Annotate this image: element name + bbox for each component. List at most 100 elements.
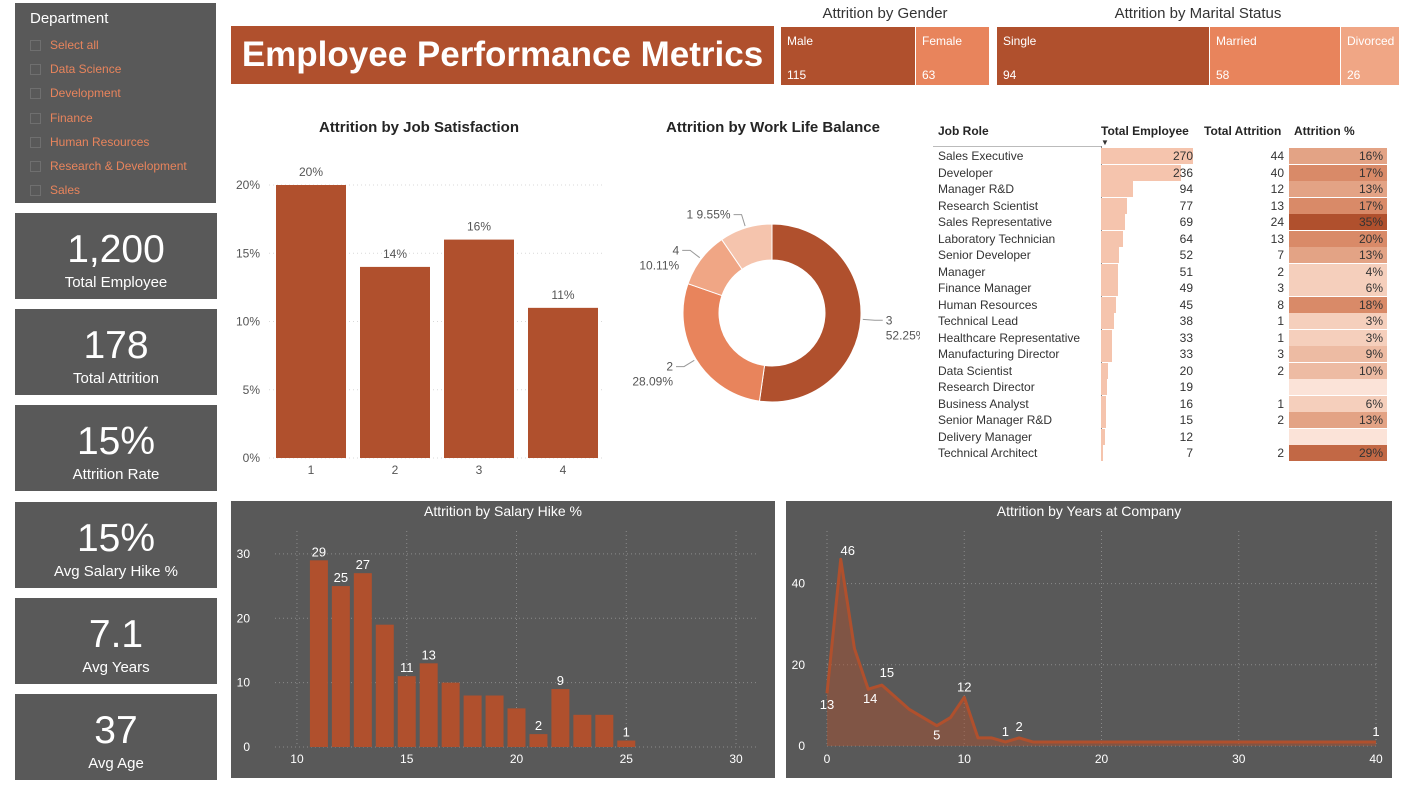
- attrition-pct-value: 4%: [1365, 264, 1383, 279]
- x-tick-label: 0: [824, 752, 831, 766]
- marital-tile-divorced[interactable]: Divorced 26: [1341, 27, 1399, 85]
- total-employee-cell: 52: [1179, 248, 1193, 262]
- data-label: 1: [1002, 724, 1009, 739]
- donut-slice: [682, 283, 766, 402]
- tile-value: 63: [922, 68, 936, 82]
- slicer-item-label: Select all: [50, 38, 99, 52]
- data-label: 46: [840, 543, 854, 558]
- slicer-item-development[interactable]: Development: [30, 84, 121, 102]
- slicer-item-human-resources[interactable]: Human Resources: [30, 133, 149, 151]
- y-tick-label: 20: [237, 611, 251, 625]
- table-row[interactable]: Research Scientist 77 13 17%: [933, 197, 1390, 215]
- gender-tile-male[interactable]: Male 115: [781, 27, 915, 85]
- marital-tile-single[interactable]: Single 94: [997, 27, 1209, 85]
- tile-label: Female: [922, 34, 963, 48]
- checkbox[interactable]: [30, 63, 41, 75]
- slice-label: 1 9.55%: [687, 208, 731, 222]
- y-tick-label: 20%: [236, 178, 260, 192]
- checkbox[interactable]: [30, 87, 41, 99]
- total-attrition-cell: 12: [1270, 182, 1284, 196]
- job-role-cell: Business Analyst: [938, 396, 1029, 411]
- total-attrition-cell: 2: [1277, 264, 1284, 279]
- table-row[interactable]: Data Scientist 20 2 10%: [933, 362, 1390, 380]
- table-row[interactable]: Research Director 19: [933, 379, 1390, 396]
- slicer-item-finance[interactable]: Finance: [30, 109, 93, 127]
- table-row[interactable]: Human Resources 45 8 18%: [933, 296, 1390, 314]
- slicer-item-data-science[interactable]: Data Science: [30, 60, 121, 78]
- checkbox[interactable]: [30, 112, 41, 124]
- table-row[interactable]: Sales Executive 270 44 16%: [933, 148, 1390, 165]
- kpi-card-total-employee: 1,200 Total Employee: [15, 213, 217, 299]
- slicer-item-sales[interactable]: Sales: [30, 181, 80, 199]
- department-slicer: Department Select all Data Science Devel…: [15, 3, 216, 203]
- checkbox[interactable]: [30, 160, 41, 172]
- x-tick-label: 15: [400, 752, 414, 766]
- total-attrition-cell: 8: [1277, 297, 1284, 312]
- table-row[interactable]: Senior Manager R&D 15 2 13%: [933, 412, 1390, 429]
- column-header-attrition-pct[interactable]: Attrition %: [1294, 124, 1355, 138]
- table-row[interactable]: Technical Architect 7 2 29%: [933, 445, 1390, 462]
- table-row[interactable]: Sales Representative 69 24 35%: [933, 214, 1390, 231]
- table-row[interactable]: Delivery Manager 12: [933, 428, 1390, 446]
- total-attrition-cell: 1: [1277, 396, 1284, 411]
- total-attrition-cell: 24: [1270, 215, 1284, 229]
- total-employee-cell: 236: [1172, 165, 1193, 180]
- attrition-pct-value: 17%: [1358, 198, 1383, 213]
- attrition-pct-value: 13%: [1358, 413, 1383, 427]
- table-row[interactable]: Manufacturing Director 33 3 9%: [933, 346, 1390, 363]
- table-row[interactable]: Manager 51 2 4%: [933, 263, 1390, 281]
- x-tick-label: 40: [1369, 752, 1383, 766]
- slicer-item-research-development[interactable]: Research & Development: [30, 157, 187, 175]
- table-row[interactable]: Manager R&D 94 12 13%: [933, 181, 1390, 198]
- bar: [595, 714, 614, 747]
- column-header-job-role[interactable]: Job Role: [938, 124, 989, 138]
- checkbox[interactable]: [30, 39, 41, 51]
- leader-line: [682, 249, 701, 259]
- total-attrition-cell: 1: [1277, 314, 1284, 328]
- data-label: 2: [1016, 719, 1023, 734]
- attrition-pct-value: 3%: [1365, 330, 1383, 345]
- employee-databar: [1101, 428, 1106, 445]
- slicer-item-select-all[interactable]: Select all: [30, 36, 99, 54]
- kpi-card-avg-salary-hike: 15% Avg Salary Hike %: [15, 502, 217, 588]
- checkbox[interactable]: [30, 184, 41, 196]
- total-employee-cell: 69: [1179, 215, 1193, 229]
- column-header-total-employee[interactable]: Total Employee: [1101, 124, 1189, 138]
- total-employee-cell: 20: [1179, 363, 1193, 378]
- leader-line: [676, 359, 695, 368]
- employee-databar: [1101, 346, 1113, 362]
- x-tick-label: 10: [290, 752, 304, 766]
- data-label: 14: [863, 691, 877, 706]
- total-employee-cell: 270: [1172, 149, 1193, 163]
- checkbox[interactable]: [30, 136, 41, 148]
- table-row[interactable]: Healthcare Representative 33 1 3%: [933, 329, 1390, 347]
- table-row[interactable]: Developer 236 40 17%: [933, 164, 1390, 182]
- tile-label: Divorced: [1347, 34, 1395, 48]
- table-row[interactable]: Laboratory Technician 64 13 20%: [933, 230, 1390, 248]
- total-attrition-cell: 7: [1277, 248, 1284, 262]
- table-row[interactable]: Finance Manager 49 3 6%: [933, 280, 1390, 297]
- table-row[interactable]: Business Analyst 16 1 6%: [933, 395, 1390, 413]
- y-tick-label: 15%: [236, 246, 260, 260]
- bar: [529, 734, 548, 747]
- attrition-pct-value: 13%: [1358, 248, 1383, 262]
- employee-databar: [1101, 181, 1134, 197]
- bar: [276, 185, 346, 458]
- column-header-total-attrition[interactable]: Total Attrition: [1204, 124, 1281, 138]
- table-row[interactable]: Senior Developer 52 7 13%: [933, 247, 1390, 264]
- kpi-label: Avg Age: [88, 755, 144, 772]
- page-title: Employee Performance Metrics: [231, 26, 774, 84]
- job-role-cell: Developer: [938, 165, 993, 180]
- table-row[interactable]: Technical Lead 38 1 3%: [933, 313, 1390, 330]
- kpi-value: 15%: [76, 420, 156, 463]
- slice-percent-label: 52.25%: [886, 328, 920, 342]
- job-role-cell: Laboratory Technician: [938, 231, 1056, 246]
- marital-tile-married[interactable]: Married 58: [1210, 27, 1340, 85]
- data-label: 15: [880, 665, 894, 680]
- slice-percent-label: 10.11%: [639, 258, 679, 272]
- slicer-title: Department: [30, 10, 109, 27]
- employee-databar: [1101, 395, 1107, 412]
- employee-databar: [1101, 445, 1104, 461]
- kpi-card-attrition-rate: 15% Attrition Rate: [15, 405, 217, 491]
- gender-tile-female[interactable]: Female 63: [916, 27, 989, 85]
